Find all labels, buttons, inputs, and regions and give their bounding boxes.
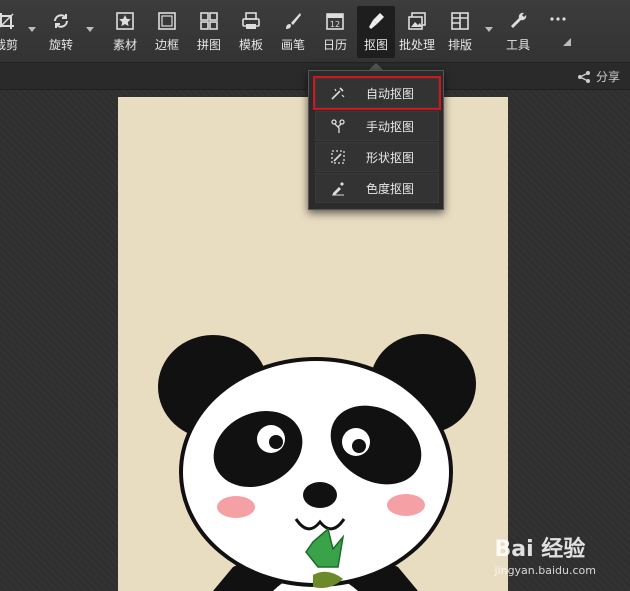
manual-cutout-icon xyxy=(331,119,345,133)
share-icon xyxy=(577,71,590,83)
toolbar-material-label: 素材 xyxy=(112,38,137,52)
wrench-icon xyxy=(511,12,527,28)
brush-icon xyxy=(286,13,301,29)
toolbar-rotate-button[interactable]: 旋转 xyxy=(43,6,79,58)
toolbar-frame-label: 边框 xyxy=(154,38,179,52)
toolbar-brush-button[interactable]: 画笔 xyxy=(275,6,311,58)
chroma-cutout-icon xyxy=(332,182,344,196)
toolbar-layout-label: 排版 xyxy=(447,38,472,52)
toolbar-material-button[interactable]: 素材 xyxy=(107,6,143,58)
rotate-dropdown-arrow[interactable] xyxy=(86,27,94,32)
menu-item-manual-cutout[interactable]: 手动抠图 xyxy=(315,111,439,141)
cutout-icon xyxy=(369,13,384,29)
layout-dropdown-arrow[interactable] xyxy=(485,27,493,32)
toolbar-rotate-label: 旋转 xyxy=(48,38,73,52)
toolbar-crop-button[interactable]: 裁剪 xyxy=(0,6,24,58)
menu-item-chroma-cutout-label: 色度抠图 xyxy=(366,182,415,196)
toolbar-tools-button[interactable]: 工具 xyxy=(500,6,536,58)
toolbar-layout-button[interactable]: 排版 xyxy=(442,6,478,58)
toolbar-calendar-label: 日历 xyxy=(322,38,347,52)
menu-item-auto-cutout[interactable]: 自动抠图 xyxy=(313,76,441,110)
toolbar-collage-label: 拼图 xyxy=(196,38,221,52)
toolbar-template-button[interactable]: 模板 xyxy=(233,6,269,58)
menu-item-shape-cutout[interactable]: 形状抠图 xyxy=(315,142,439,172)
batch-icon xyxy=(408,12,426,30)
star-icon xyxy=(116,12,134,30)
toolbar-calendar-button[interactable]: 12 日历 xyxy=(317,6,353,58)
toolbar-tools-label: 工具 xyxy=(505,38,530,52)
share-button[interactable]: 分享 xyxy=(577,68,620,85)
toolbar-crop-label: 裁剪 xyxy=(0,38,18,52)
main-toolbar: 裁剪 旋转 素材 边框 拼图 模板 画笔 12 日历 抠图 批处理 排 xyxy=(0,0,630,63)
toolbar-cutout-label: 抠图 xyxy=(363,38,388,52)
share-label: 分享 xyxy=(595,70,620,84)
shape-cutout-icon xyxy=(331,150,345,164)
toolbar-collage-button[interactable]: 拼图 xyxy=(191,6,227,58)
toolbar-cutout-button[interactable]: 抠图 xyxy=(357,6,395,58)
menu-item-auto-cutout-label: 自动抠图 xyxy=(366,87,415,101)
cutout-dropdown-menu: 自动抠图 手动抠图 形状抠图 色度抠图 xyxy=(308,70,444,210)
baidu-jingyan-watermark: Bai 经验 jingyan.baidu.com xyxy=(494,531,596,577)
more-icon xyxy=(550,17,566,21)
calendar-number: 12 xyxy=(330,20,340,29)
menu-item-shape-cutout-label: 形状抠图 xyxy=(366,151,415,165)
layout-icon xyxy=(451,12,469,30)
frame-icon xyxy=(158,12,176,30)
toolbar-more-button[interactable] xyxy=(540,6,576,58)
crop-icon xyxy=(0,13,14,29)
toolbar-batch-button[interactable]: 批处理 xyxy=(399,6,435,58)
watermark-url: jingyan.baidu.com xyxy=(494,564,596,577)
grid-icon xyxy=(200,12,218,30)
dropdown-caret xyxy=(369,63,383,70)
menu-item-manual-cutout-label: 手动抠图 xyxy=(366,120,415,134)
toolbar-expand-icon[interactable] xyxy=(563,38,571,46)
toolbar-template-label: 模板 xyxy=(238,38,263,52)
rotate-icon xyxy=(54,14,68,28)
auto-cutout-icon xyxy=(331,87,345,100)
template-icon xyxy=(242,12,260,29)
toolbar-frame-button[interactable]: 边框 xyxy=(149,6,185,58)
calendar-icon: 12 xyxy=(326,13,344,30)
crop-dropdown-arrow[interactable] xyxy=(28,27,36,32)
toolbar-batch-label: 批处理 xyxy=(399,38,436,52)
menu-item-chroma-cutout[interactable]: 色度抠图 xyxy=(315,173,439,203)
watermark-logo: Bai 经验 xyxy=(494,537,586,562)
toolbar-brush-label: 画笔 xyxy=(280,38,305,52)
